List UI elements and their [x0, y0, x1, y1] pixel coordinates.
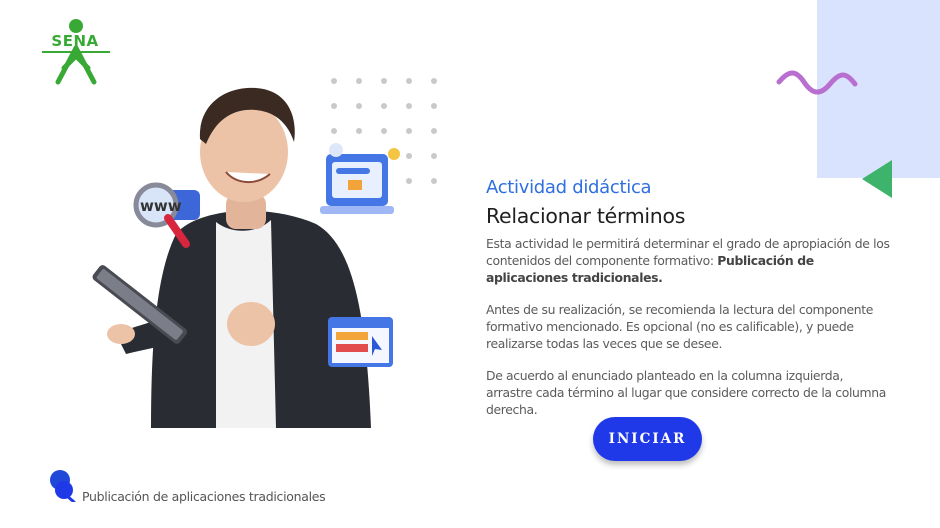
sena-logo-icon: [42, 19, 110, 85]
hero-illustration: www: [92, 87, 400, 428]
triangle-decoration-icon: [862, 160, 892, 198]
page-title: Relacionar términos: [486, 204, 686, 228]
logo-wordmark: SENA: [51, 32, 99, 50]
svg-text:www: www: [140, 197, 182, 215]
grid-dot: [431, 78, 437, 84]
grid-dot: [406, 128, 412, 134]
grid-dot: [406, 178, 412, 184]
sena-logo: SENA: [40, 18, 112, 86]
recommendation-paragraph: Antes de su realización, se recomienda l…: [486, 302, 874, 351]
grid-dot: [406, 103, 412, 109]
activity-kicker: Actividad didáctica: [486, 177, 652, 198]
instructions-paragraph: De acuerdo al enunciado planteado en la …: [486, 368, 887, 417]
laptop-browser-icon: [320, 143, 400, 214]
browser-window-icon: [328, 317, 393, 367]
intro-paragraph: Esta actividad le permitirá determinar e…: [486, 236, 891, 286]
grid-dot: [431, 153, 437, 159]
intro-text: Esta actividad le permitirá determinar e…: [486, 236, 890, 268]
grid-dot: [431, 178, 437, 184]
person-fist: [227, 302, 275, 346]
grid-dot: [406, 153, 412, 159]
wave-decoration-icon: [776, 70, 858, 95]
start-button[interactable]: INICIAR: [593, 417, 702, 461]
grid-dot: [431, 103, 437, 109]
grid-dot: [431, 128, 437, 134]
footer-component-label: Publicación de aplicaciones tradicionale…: [82, 489, 326, 504]
grid-dot: [406, 78, 412, 84]
pushpin-icon: [50, 470, 76, 502]
